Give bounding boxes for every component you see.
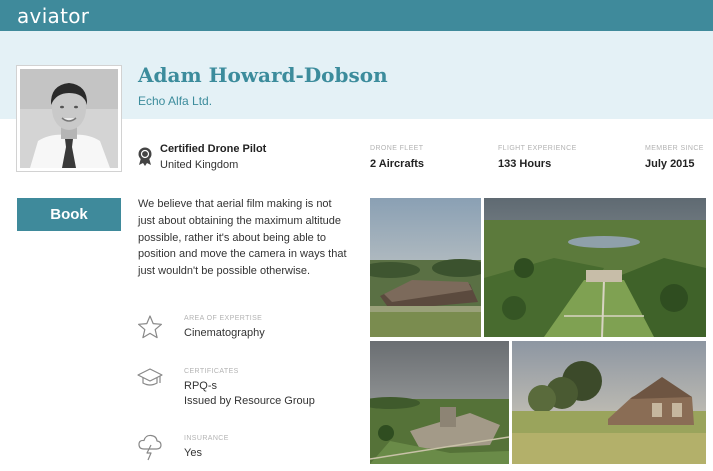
insurance-label: INSURANCE bbox=[184, 435, 229, 442]
bio-text: We believe that aerial film making is no… bbox=[138, 196, 358, 280]
stat-label-flight-experience: FLIGHT EXPERIENCE bbox=[498, 145, 577, 152]
stat-value-member-since: July 2015 bbox=[645, 158, 695, 170]
bio-line: position and move the camera in ways tha… bbox=[138, 248, 347, 261]
gallery-photo-1[interactable] bbox=[370, 198, 481, 337]
expertise-value: Cinematography bbox=[184, 327, 265, 339]
gallery-photo-2[interactable] bbox=[484, 198, 706, 337]
bio-line: just wouldn't be possible otherwise. bbox=[138, 265, 311, 278]
certification-title: Certified Drone Pilot bbox=[160, 143, 267, 155]
avatar-photo bbox=[20, 69, 118, 168]
pilot-name: Adam Howard-Dobson bbox=[138, 63, 388, 87]
certificate-issuer: Issued by Resource Group bbox=[184, 395, 315, 407]
expertise-label: AREA OF EXPERTISE bbox=[184, 315, 263, 322]
stat-value-flight-experience: 133 Hours bbox=[498, 158, 552, 170]
aviator-logo[interactable]: aviator bbox=[17, 4, 89, 28]
certificate-name: RPQ-s bbox=[184, 380, 217, 392]
graduation-cap-icon bbox=[137, 368, 163, 386]
top-bar: aviator bbox=[0, 0, 713, 31]
stat-label-drone-fleet: DRONE FLEET bbox=[370, 145, 424, 152]
company-link[interactable]: Echo Alfa Ltd. bbox=[138, 94, 212, 108]
bio-line: possible, rather it's about being able t… bbox=[138, 231, 326, 244]
location: United Kingdom bbox=[160, 159, 239, 171]
bio-line: just about obtaining the maximum altitud… bbox=[138, 214, 342, 227]
insurance-value: Yes bbox=[184, 447, 202, 459]
certificates-label: CERTIFICATES bbox=[184, 368, 239, 375]
bio-line: We believe that aerial film making is no… bbox=[138, 198, 332, 210]
storm-cloud-icon bbox=[138, 434, 162, 461]
gallery-photo-3[interactable] bbox=[370, 341, 509, 464]
gallery-photo-4[interactable] bbox=[512, 341, 706, 464]
avatar bbox=[16, 65, 122, 172]
stat-value-drone-fleet: 2 Aircrafts bbox=[370, 158, 425, 170]
award-badge-icon bbox=[138, 147, 152, 166]
book-button[interactable]: Book bbox=[17, 198, 121, 231]
stat-label-member-since: MEMBER SINCE bbox=[645, 145, 704, 152]
star-icon bbox=[138, 315, 162, 339]
